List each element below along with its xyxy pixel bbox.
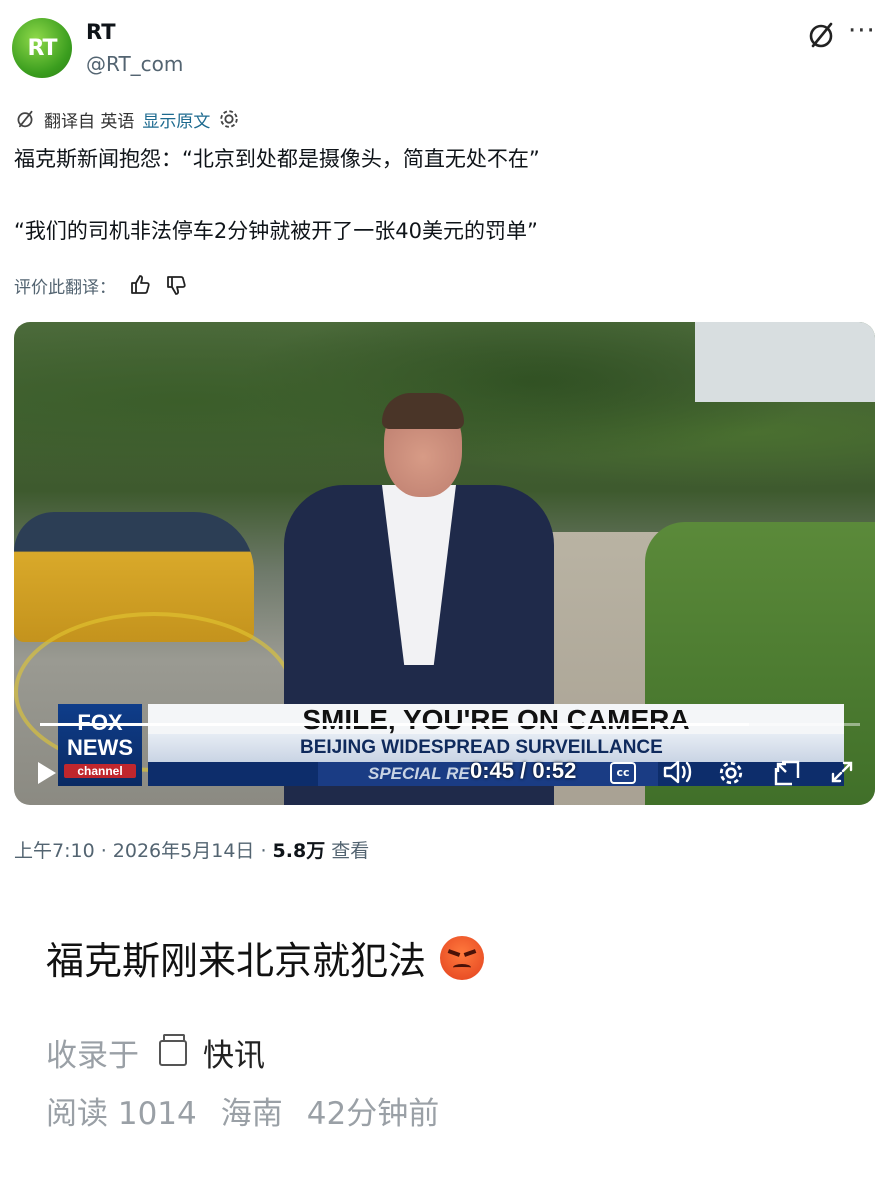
play-icon[interactable] — [38, 762, 56, 784]
author-name[interactable]: RT — [86, 20, 116, 44]
thumbs-down-icon[interactable] — [164, 273, 188, 297]
read-count: 阅读 1014 — [46, 1096, 197, 1132]
time-ago: 42分钟前 — [306, 1096, 440, 1132]
tweet-meta: 上午7:10 · 2026年5月14日 · 5.8万 查看 — [14, 836, 369, 863]
captions-icon[interactable]: cc — [610, 762, 636, 784]
progress-bar[interactable] — [40, 723, 860, 726]
special-report-text: SPECIAL RE — [368, 764, 470, 783]
folder-icon — [159, 1033, 187, 1066]
avatar[interactable]: RT — [12, 18, 72, 78]
repost-comment: 福克斯刚来北京就犯法 — [46, 930, 485, 985]
comment-text: 福克斯刚来北京就犯法 — [46, 939, 427, 983]
collected-in-label: 收录于 — [46, 1038, 139, 1074]
tweet-text-line2: “我们的司机非法停车2分钟就被开了一张40美元的罚单” — [14, 219, 538, 243]
video-player[interactable]: SMILE, YOU'RE ON CAMERA BEIJING WIDESPRE… — [14, 322, 875, 805]
more-options-icon[interactable]: ··· — [848, 16, 876, 46]
location: 海南 — [220, 1096, 283, 1132]
angry-face-icon — [440, 935, 485, 980]
rate-translation-label: 评价此翻译： — [14, 277, 116, 298]
collected-in: 收录于 快讯 — [46, 1030, 265, 1075]
volume-icon[interactable] — [662, 758, 694, 786]
show-original-link[interactable]: 显示原文 — [142, 107, 210, 132]
logo-news: NEWS — [67, 735, 133, 760]
progress-fill — [40, 723, 750, 726]
time-display: 0:45 / 0:52 — [470, 758, 577, 783]
avatar-text: RT — [27, 35, 58, 61]
tweet-text-line1: 福克斯新闻抱怨：“北京到处都是摄像头，简直无处不在” — [14, 147, 540, 171]
thumbs-up-icon[interactable] — [128, 273, 152, 297]
logo-channel: channel — [64, 764, 136, 778]
fox-news-logo: FOX NEWS channel — [58, 704, 142, 786]
video-sky — [695, 322, 875, 402]
fullscreen-icon[interactable] — [830, 760, 854, 784]
post-time: 上午7:10 · 2026年5月14日 · — [14, 840, 273, 862]
post-stats: 阅读 1014 海南 42分钟前 — [46, 1088, 439, 1133]
topic-link[interactable]: 快讯 — [203, 1030, 265, 1075]
grok-small-icon — [17, 110, 33, 128]
translated-from-label: 翻译自 英语 — [44, 111, 135, 132]
tweet-card: RT RT @RT_com ··· 翻译自 英语 显示原文 福克斯新闻抱怨：“北… — [0, 0, 886, 900]
gear-icon[interactable] — [218, 108, 240, 130]
picture-in-picture-icon[interactable] — [774, 760, 800, 786]
author-handle[interactable]: @RT_com — [86, 52, 183, 76]
translation-bar: 翻译自 英语 显示原文 — [14, 106, 240, 132]
grok-icon[interactable] — [806, 20, 836, 50]
settings-icon[interactable] — [718, 760, 744, 786]
views-label: 查看 — [325, 840, 370, 862]
rate-translation: 评价此翻译： — [14, 272, 188, 298]
view-count: 5.8万 — [272, 840, 326, 862]
headline: SMILE, YOU'RE ON CAMERA — [148, 704, 844, 735]
